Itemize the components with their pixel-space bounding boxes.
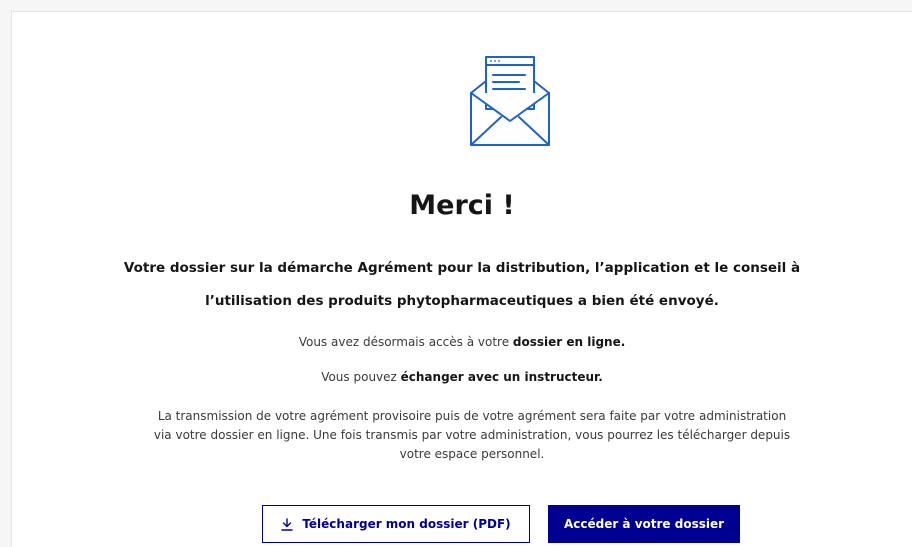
instructor-info-bold: échanger avec un instructeur. <box>400 370 603 384</box>
download-dossier-button[interactable]: Télécharger mon dossier (PDF) <box>262 505 530 543</box>
confirmation-lead: Votre dossier sur la démarche Agrément p… <box>72 252 852 318</box>
download-dossier-label: Télécharger mon dossier (PDF) <box>302 517 511 531</box>
online-dossier-info: Vous avez désormais accès à votre dossie… <box>12 334 912 350</box>
mail-envelope-icon <box>465 55 555 150</box>
confirmation-card: Merci ! Votre dossier sur la démarche Ag… <box>11 11 912 547</box>
online-dossier-info-text: Vous avez désormais accès à votre <box>298 335 513 349</box>
lead-line-1: Votre dossier sur la démarche Agrément p… <box>123 260 801 276</box>
access-dossier-button[interactable]: Accéder à votre dossier <box>548 505 740 543</box>
transmission-info: La transmission de votre agrément provis… <box>153 409 791 461</box>
lead-line-2: l’utilisation des produits phytopharmace… <box>205 293 719 309</box>
page-title: Merci ! <box>409 190 515 221</box>
instructor-info-text: Vous pouvez <box>321 370 401 384</box>
instructor-info: Vous pouvez échanger avec un instructeur… <box>12 369 912 385</box>
download-icon <box>281 517 294 531</box>
online-dossier-info-bold: dossier en ligne. <box>512 335 626 349</box>
